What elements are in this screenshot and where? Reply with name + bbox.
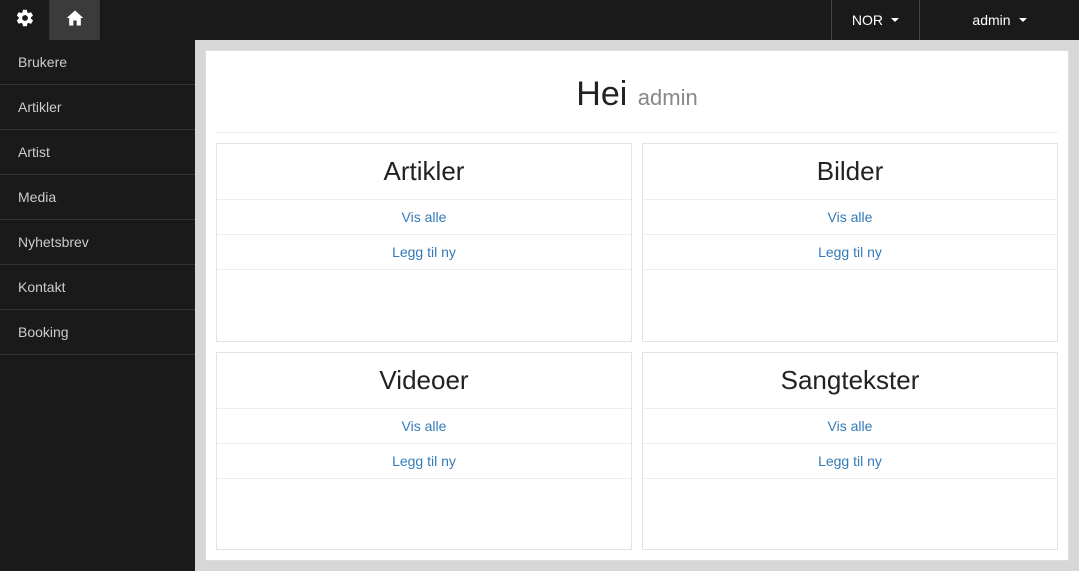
view-all-link[interactable]: Vis alle xyxy=(643,200,1057,235)
view-all-link[interactable]: Vis alle xyxy=(643,409,1057,444)
sidebar-item-artist[interactable]: Artist xyxy=(0,130,195,175)
chevron-down-icon xyxy=(891,18,899,22)
sidebar-item-media[interactable]: Media xyxy=(0,175,195,220)
add-new-link[interactable]: Legg til ny xyxy=(217,444,631,479)
main-panel: Hei admin Artikler Vis alle Legg til ny … xyxy=(205,50,1069,561)
user-label: admin xyxy=(972,12,1010,28)
body-row: Brukere Artikler Artist Media Nyhetsbrev… xyxy=(0,40,1079,571)
view-all-link[interactable]: Vis alle xyxy=(217,409,631,444)
language-dropdown[interactable]: NOR xyxy=(831,0,919,40)
sidebar-item-artikler[interactable]: Artikler xyxy=(0,85,195,130)
view-all-link[interactable]: Vis alle xyxy=(217,200,631,235)
greeting-username: admin xyxy=(638,85,698,110)
card-bilder: Bilder Vis alle Legg til ny xyxy=(642,143,1058,342)
add-new-link[interactable]: Legg til ny xyxy=(643,444,1057,479)
home-icon xyxy=(65,8,85,33)
card-videoer: Videoer Vis alle Legg til ny xyxy=(216,352,632,551)
gear-icon xyxy=(15,8,35,33)
card-title: Sangtekster xyxy=(643,353,1057,409)
greeting-hello: Hei xyxy=(576,75,627,113)
topbar: NOR admin xyxy=(0,0,1079,40)
card-title: Bilder xyxy=(643,144,1057,200)
add-new-link[interactable]: Legg til ny xyxy=(643,235,1057,270)
sidebar: Brukere Artikler Artist Media Nyhetsbrev… xyxy=(0,40,195,571)
topbar-spacer xyxy=(100,0,831,40)
settings-button[interactable] xyxy=(0,0,50,40)
language-label: NOR xyxy=(852,12,883,28)
sidebar-item-brukere[interactable]: Brukere xyxy=(0,40,195,85)
main-area: Hei admin Artikler Vis alle Legg til ny … xyxy=(195,40,1079,571)
chevron-down-icon xyxy=(1019,18,1027,22)
card-artikler: Artikler Vis alle Legg til ny xyxy=(216,143,632,342)
card-grid: Artikler Vis alle Legg til ny Bilder Vis… xyxy=(216,143,1058,550)
home-button[interactable] xyxy=(50,0,100,40)
card-sangtekster: Sangtekster Vis alle Legg til ny xyxy=(642,352,1058,551)
user-dropdown[interactable]: admin xyxy=(919,0,1079,40)
card-title: Artikler xyxy=(217,144,631,200)
card-title: Videoer xyxy=(217,353,631,409)
topbar-left xyxy=(0,0,100,40)
greeting: Hei admin xyxy=(216,61,1058,133)
sidebar-item-nyhetsbrev[interactable]: Nyhetsbrev xyxy=(0,220,195,265)
sidebar-item-booking[interactable]: Booking xyxy=(0,310,195,355)
sidebar-item-kontakt[interactable]: Kontakt xyxy=(0,265,195,310)
add-new-link[interactable]: Legg til ny xyxy=(217,235,631,270)
